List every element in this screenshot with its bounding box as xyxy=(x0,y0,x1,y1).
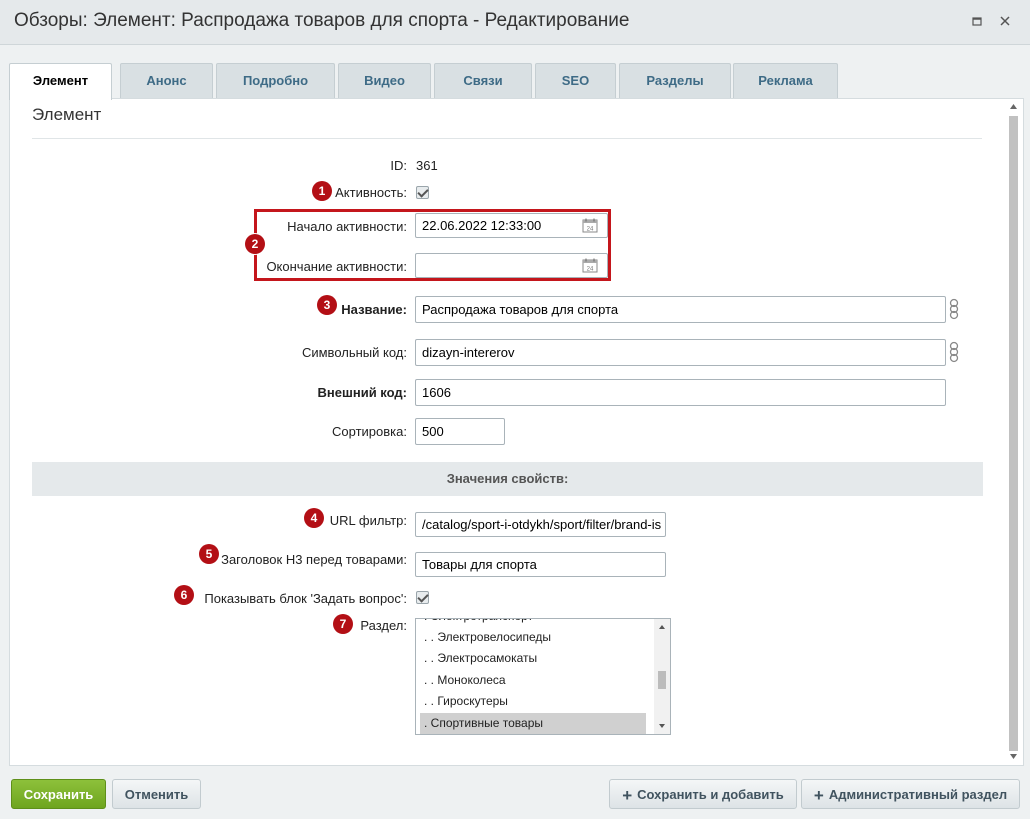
save-and-add-button[interactable]: + Сохранить и добавить xyxy=(609,779,797,809)
list-item[interactable]: . Электротранспорт xyxy=(420,619,646,627)
scroll-arrow-down-icon xyxy=(1010,754,1017,759)
show-ask-block-checkbox[interactable] xyxy=(416,591,429,604)
url-filter-label: URL фильтр: xyxy=(329,513,407,528)
divider xyxy=(32,138,982,139)
list-item-selected[interactable]: . Спортивные товары xyxy=(420,713,646,734)
name-label: Название: xyxy=(341,302,407,317)
close-icon[interactable] xyxy=(996,12,1014,30)
id-value: 361 xyxy=(416,158,438,173)
restore-icon[interactable] xyxy=(968,12,986,30)
badge-4: 4 xyxy=(304,508,324,528)
highlight-frame xyxy=(254,209,611,281)
translit-icon[interactable] xyxy=(949,298,959,320)
scroll-arrow-up-icon xyxy=(1010,104,1017,109)
panel-scrollbar[interactable] xyxy=(1007,101,1020,761)
code-label: Символьный код: xyxy=(301,345,407,360)
listbox-scrollbar[interactable] xyxy=(654,619,670,734)
scroll-arrow-up-icon xyxy=(659,625,665,629)
active-checkbox[interactable] xyxy=(416,186,429,199)
tab-announce[interactable]: Анонс xyxy=(120,63,213,99)
list-item[interactable]: . . Гироскутеры xyxy=(420,691,646,712)
active-label: Активность: xyxy=(335,185,407,200)
badge-7: 7 xyxy=(333,614,353,634)
plus-icon: + xyxy=(622,786,633,805)
badge-5: 5 xyxy=(199,544,219,564)
code-input[interactable]: dizayn-intererov xyxy=(415,339,946,366)
list-item[interactable]: . . Моноколеса xyxy=(420,670,646,691)
window-titlebar: Обзоры: Элемент: Распродажа товаров для … xyxy=(0,0,1030,45)
translit-icon[interactable] xyxy=(949,341,959,363)
url-filter-input[interactable]: /catalog/sport-i-otdykh/sport/filter/bra… xyxy=(415,512,666,537)
admin-section-label: Административный раздел xyxy=(828,787,1008,802)
tab-links[interactable]: Связи xyxy=(434,63,532,99)
id-label: ID: xyxy=(390,158,407,173)
section-title: Элемент xyxy=(32,105,102,124)
badge-3: 3 xyxy=(317,295,337,315)
list-item[interactable]: . . Электросамокаты xyxy=(420,648,646,669)
window-title: Обзоры: Элемент: Распродажа товаров для … xyxy=(14,10,630,31)
admin-section-button[interactable]: + Административный раздел xyxy=(801,779,1020,809)
tab-seo[interactable]: SEO xyxy=(535,63,616,99)
scroll-arrow-down-icon xyxy=(659,724,665,728)
tab-element[interactable]: Элемент xyxy=(9,63,112,100)
sort-label: Сортировка: xyxy=(332,424,407,439)
scroll-thumb xyxy=(658,671,666,689)
badge-6: 6 xyxy=(174,585,194,605)
save-button[interactable]: Сохранить xyxy=(11,779,106,809)
tab-detail[interactable]: Подробно xyxy=(216,63,335,99)
sort-input[interactable]: 500 xyxy=(415,418,505,445)
tab-advertising[interactable]: Реклама xyxy=(733,63,838,99)
tab-sections[interactable]: Разделы xyxy=(619,63,731,99)
xml-id-label: Внешний код: xyxy=(317,385,407,400)
properties-header: Значения свойств: xyxy=(32,462,983,496)
scroll-thumb xyxy=(1009,116,1018,751)
cancel-button[interactable]: Отменить xyxy=(112,779,201,809)
plus-icon: + xyxy=(813,786,824,805)
h3-title-label: Заголовок H3 перед товарами: xyxy=(221,552,407,567)
badge-1: 1 xyxy=(312,181,332,201)
save-and-add-label: Сохранить и добавить xyxy=(637,787,784,802)
xml-id-input[interactable]: 1606 xyxy=(415,379,946,406)
section-label: Раздел: xyxy=(360,618,407,633)
show-ask-block-label: Показывать блок 'Задать вопрос': xyxy=(204,591,407,606)
tab-video[interactable]: Видео xyxy=(338,63,431,99)
list-item[interactable]: . . Электровелосипеды xyxy=(420,627,646,648)
edit-panel: Элемент ID: 361 Активность: Начало актив… xyxy=(9,98,1024,766)
name-input[interactable]: Распродажа товаров для спорта xyxy=(415,296,946,323)
section-listbox[interactable]: . Электротранспорт . . Электровелосипеды… xyxy=(415,618,671,735)
h3-title-input[interactable]: Товары для спорта xyxy=(415,552,666,577)
badge-2: 2 xyxy=(245,234,265,254)
